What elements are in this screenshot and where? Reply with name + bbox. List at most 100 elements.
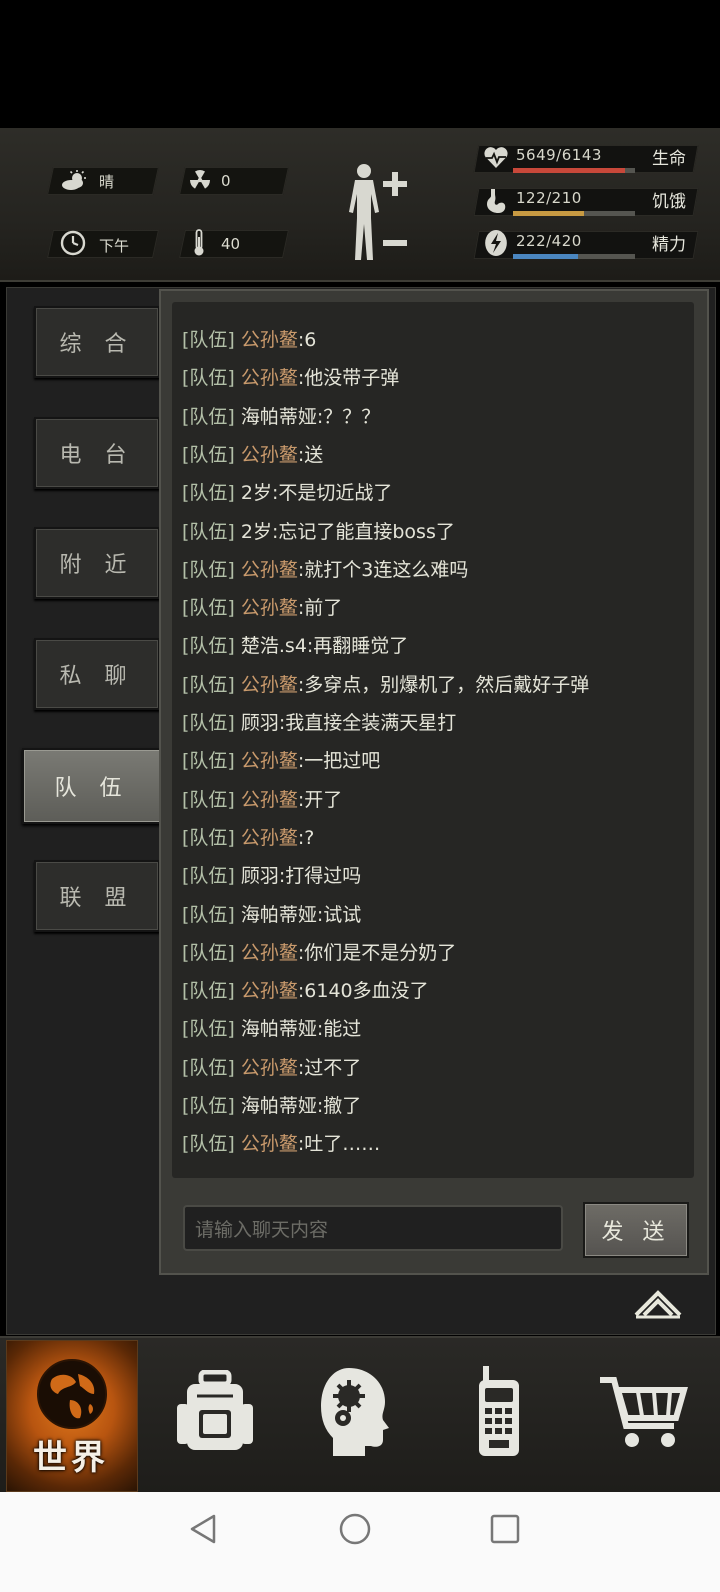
chat-message: [队伍] 楚浩.s4:再翻睡觉了 (182, 634, 408, 658)
message-channel: [队伍] (182, 903, 235, 926)
send-button[interactable]: 发 送 (583, 1202, 689, 1258)
chat-message: [队伍] 海帕蒂娅:能过 (182, 1017, 361, 1041)
message-text: :我直接全装满天星打 (278, 712, 457, 734)
hunger-bar-fill (513, 211, 584, 216)
hunger-label: 饥饿 (652, 192, 686, 212)
chat-message: [队伍] 公孙鳌:开了 (182, 788, 342, 812)
tab-radio[interactable]: 电 台 (34, 417, 160, 489)
message-text: :你们是不是分奶了 (297, 941, 457, 964)
chat-message: [队伍] 海帕蒂娅:？？？ (182, 405, 380, 429)
message-sender[interactable]: 公孙鳌 (241, 1133, 298, 1155)
message-channel: [队伍] (182, 1056, 235, 1079)
home-circle-icon[interactable] (338, 1512, 372, 1550)
message-text: :忘记了能直接boss了 (271, 520, 455, 543)
chat-input[interactable]: 请输入聊天内容 (183, 1205, 563, 1251)
energy-bolt-icon (485, 229, 507, 261)
message-sender[interactable]: 公孙鳌 (241, 980, 298, 1002)
message-channel: [队伍] (182, 712, 235, 734)
message-sender[interactable]: 公孙鳌 (241, 789, 298, 811)
nav-communication-button[interactable] (434, 1340, 564, 1488)
message-sender[interactable]: 楚浩.s4 (241, 635, 307, 657)
message-sender[interactable]: 公孙鳌 (241, 559, 298, 581)
tab-nearby[interactable]: 附 近 (34, 527, 160, 599)
weather-value: 晴 (99, 173, 115, 191)
head-gears-icon (319, 1366, 391, 1462)
thermometer-icon (192, 229, 206, 261)
chat-message: [队伍] 公孙鳌:就打个3连这么难吗 (182, 558, 468, 582)
globe-icon (32, 1354, 112, 1438)
message-channel: [队伍] (182, 367, 235, 390)
chat-message: [队伍] 公孙鳌:6140多血没了 (182, 979, 429, 1003)
message-channel: [队伍] (182, 443, 235, 466)
message-text: :前了 (297, 597, 343, 620)
body-status-icon[interactable] (343, 162, 385, 266)
tab-team[interactable]: 队 伍 (22, 748, 162, 824)
message-sender[interactable]: 公孙鳌 (241, 367, 298, 389)
backpack-icon (175, 1369, 255, 1458)
back-triangle-icon[interactable] (186, 1512, 220, 1550)
radiation-icon (188, 168, 212, 196)
message-channel: [队伍] (182, 750, 235, 773)
nav-backpack-button[interactable] (150, 1340, 280, 1488)
message-text: :能过 (316, 1018, 362, 1041)
message-text: :一把过吧 (297, 750, 381, 773)
plus-icon[interactable] (383, 172, 407, 200)
message-sender[interactable]: 公孙鳌 (241, 329, 298, 351)
chat-message: [队伍] 公孙鳌:吐了…… (182, 1132, 380, 1156)
message-text: :6140多血没了 (297, 980, 429, 1003)
message-sender[interactable]: 顾羽 (241, 712, 279, 734)
message-text: :开了 (297, 788, 343, 811)
chat-log[interactable] (172, 302, 694, 1178)
message-channel: [队伍] (182, 635, 235, 658)
message-text: :撤了 (316, 1095, 362, 1117)
message-sender[interactable]: 公孙鳌 (241, 674, 298, 696)
message-sender[interactable]: 公孙鳌 (241, 827, 298, 849)
message-sender[interactable]: 公孙鳌 (241, 444, 298, 466)
health-bar-fill (513, 168, 626, 173)
message-sender[interactable]: 海帕蒂娅 (241, 1018, 317, 1040)
message-sender[interactable]: 顾羽 (241, 865, 279, 887)
tab-general[interactable]: 综 合 (34, 306, 160, 378)
message-channel: [队伍] (182, 558, 235, 581)
hunger-bar-track (513, 211, 635, 216)
chat-message: [队伍] 公孙鳌:他没带子弹 (182, 366, 399, 390)
shopping-cart-icon (598, 1374, 688, 1454)
message-sender[interactable]: 海帕蒂娅 (241, 406, 317, 428)
message-sender[interactable]: 公孙鳌 (241, 942, 298, 964)
energy-value: 222/420 (516, 232, 582, 250)
chat-message: [队伍] 公孙鳌:前了 (182, 596, 342, 620)
minus-icon[interactable] (383, 232, 407, 251)
chat-message: [队伍] 公孙鳌:? (182, 826, 314, 850)
radiation-value: 0 (221, 172, 231, 190)
message-sender[interactable]: 海帕蒂娅 (241, 1095, 317, 1117)
message-sender[interactable]: 2岁 (241, 521, 272, 543)
nav-shop-button[interactable] (578, 1340, 708, 1488)
message-text: :? (297, 826, 315, 849)
message-text: :多穿点，别爆机了，然后戴好子弹 (297, 673, 590, 696)
health-value: 5649/6143 (516, 146, 602, 164)
message-text: :试试 (316, 903, 362, 926)
heart-pulse-icon (483, 146, 509, 174)
message-channel: [队伍] (182, 788, 235, 811)
message-channel: [队伍] (182, 482, 235, 505)
message-channel: [队伍] (182, 597, 235, 620)
message-channel: [队伍] (182, 826, 235, 849)
tab-private[interactable]: 私 聊 (34, 638, 160, 710)
clock-icon (60, 230, 86, 260)
recents-square-icon[interactable] (490, 1514, 520, 1548)
temperature-value: 40 (221, 235, 241, 253)
chat-message: [队伍] 公孙鳌:过不了 (182, 1056, 361, 1080)
message-text: :就打个3连这么难吗 (297, 558, 469, 581)
collapse-up-icon[interactable] (632, 1285, 684, 1323)
message-text: :再翻睡觉了 (306, 635, 409, 658)
nav-skills-button[interactable] (290, 1340, 420, 1488)
message-sender[interactable]: 2岁 (241, 482, 272, 504)
tab-alliance[interactable]: 联 盟 (34, 860, 160, 932)
message-text: :不是切近战了 (271, 482, 393, 505)
message-sender[interactable]: 公孙鳌 (241, 1057, 298, 1079)
message-text: :吐了…… (297, 1133, 381, 1156)
message-sender[interactable]: 公孙鳌 (241, 597, 298, 619)
message-sender[interactable]: 海帕蒂娅 (241, 904, 317, 926)
message-sender[interactable]: 公孙鳌 (241, 750, 298, 772)
chat-message: [队伍] 公孙鳌:6 (182, 328, 316, 352)
